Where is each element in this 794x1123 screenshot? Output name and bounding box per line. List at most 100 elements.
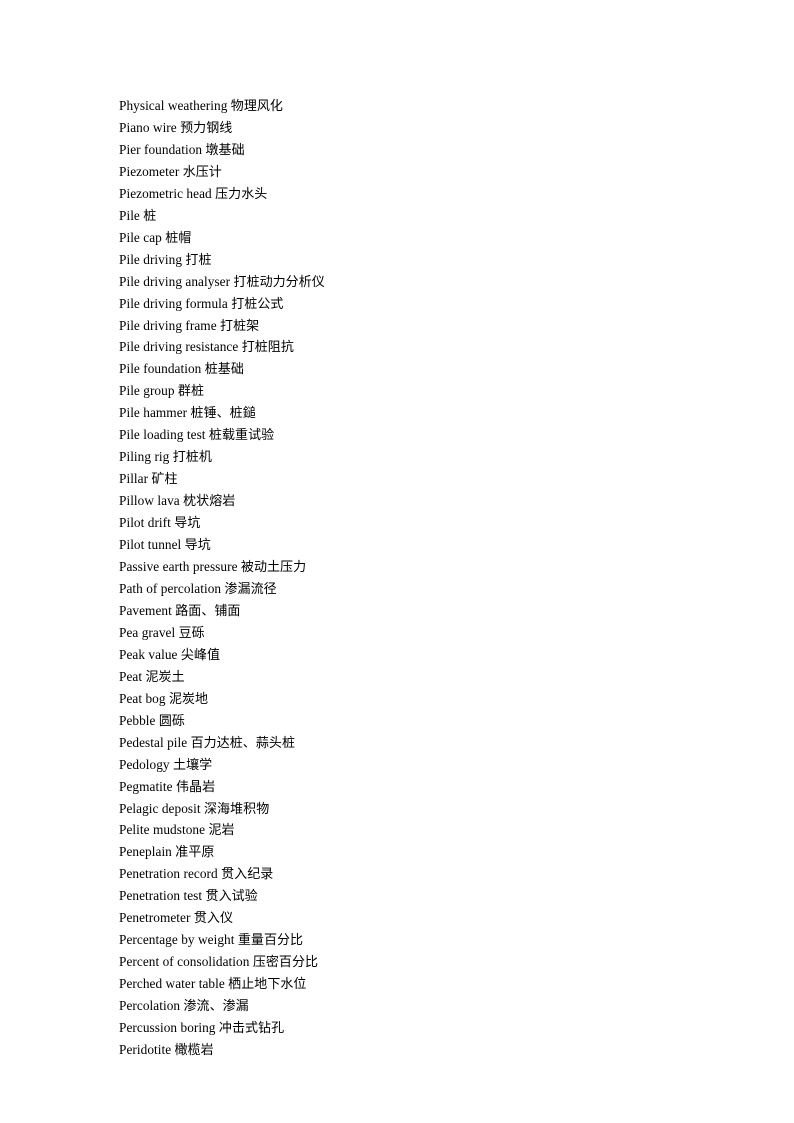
glossary-term-chinese: 打桩动力分析仪 [233, 274, 325, 290]
glossary-entry: Peak value 尖峰值 [119, 645, 719, 667]
glossary-term-chinese: 导坑 [174, 516, 201, 532]
glossary-term-english: Peak value [119, 646, 178, 662]
glossary-term-chinese: 豆砾 [178, 625, 205, 641]
glossary-list: Physical weathering 物理风化 Piano wire 预力钢线 P… [119, 96, 719, 1062]
glossary-term-chinese: 被动土压力 [240, 560, 307, 576]
glossary-term-chinese: 渗流、渗漏 [183, 999, 249, 1015]
glossary-term-english: Penetration test [119, 888, 203, 904]
glossary-term-chinese: 冲击式钻孔 [218, 1021, 285, 1037]
glossary-term-english: Pea gravel [119, 624, 176, 640]
glossary-term-english: Pedology [119, 756, 170, 772]
glossary-entry: Pedestal pile 百力达桩、蒜头桩 [119, 733, 719, 755]
glossary-entry: Passive earth pressure 被动土压力 [119, 557, 719, 579]
glossary-term-english: Path of percolation [119, 580, 222, 596]
glossary-entry: Peneplain 准平原 [119, 842, 719, 864]
glossary-entry: Percolation 渗流、渗漏 [119, 996, 719, 1018]
glossary-term-english: Perched water table [119, 976, 225, 992]
glossary-term-chinese: 百力达桩、蒜头桩 [190, 735, 296, 751]
glossary-term-chinese: 圆砾 [158, 713, 185, 729]
glossary-entry: Perched water table 栖止地下水位 [119, 974, 719, 996]
glossary-term-english: Pile driving frame [119, 317, 217, 333]
glossary-term-english: Pile driving resistance [119, 339, 239, 355]
glossary-term-english: Peat bog [119, 690, 166, 706]
glossary-entry: Pile 桩 [119, 206, 719, 228]
glossary-entry: Pile group 群桩 [119, 381, 719, 403]
glossary-term-chinese: 压力水头 [215, 186, 268, 202]
glossary-term-chinese: 准平原 [175, 845, 215, 861]
glossary-term-chinese: 伟晶岩 [176, 779, 216, 795]
glossary-term-english: Pavement [119, 602, 172, 618]
glossary-entry: Pile driving resistance 打桩阻抗 [119, 337, 719, 359]
glossary-entry: Peat 泥炭土 [119, 667, 719, 689]
glossary-term-english: Percent of consolidation [119, 954, 250, 970]
glossary-term-english: Piano wire [119, 119, 177, 135]
glossary-term-english: Piezometer [119, 163, 180, 179]
glossary-term-chinese: 打桩 [185, 252, 212, 268]
glossary-term-english: Pile group [119, 383, 175, 399]
glossary-term-english: Percussion boring [119, 1020, 216, 1036]
glossary-entry: Pile driving analyser 打桩动力分析仪 [119, 272, 719, 294]
glossary-entry: Penetrometer 贯入仪 [119, 908, 719, 930]
glossary-term-chinese: 群桩 [177, 384, 205, 400]
document-page: Physical weathering 物理风化 Piano wire 预力钢线 P… [0, 0, 794, 1123]
glossary-term-chinese: 橄榄岩 [174, 1042, 214, 1058]
glossary-term-english: Pile driving [119, 251, 183, 267]
glossary-term-chinese: 桩 [143, 208, 157, 224]
glossary-term-english: Penetration record [119, 866, 218, 882]
glossary-term-english: Pile cap [119, 229, 162, 245]
glossary-term-english: Penetrometer [119, 910, 191, 926]
glossary-entry: Pilot drift 导坑 [119, 513, 719, 535]
glossary-term-english: Percolation [119, 998, 181, 1014]
glossary-term-chinese: 贯入试验 [205, 889, 258, 905]
glossary-term-chinese: 打桩阻抗 [241, 340, 294, 356]
glossary-entry: Piezometer 水压计 [119, 162, 719, 184]
glossary-term-chinese: 导坑 [184, 538, 211, 554]
glossary-entry: Pelite mudstone 泥岩 [119, 820, 719, 842]
glossary-entry: Pile loading test 桩载重试验 [119, 425, 719, 447]
glossary-term-chinese: 桩基础 [204, 362, 244, 378]
glossary-term-chinese: 重量百分比 [237, 933, 304, 949]
glossary-entry: Pile driving 打桩 [119, 250, 719, 272]
glossary-content: Physical weathering 物理风化 Piano wire 预力钢线 P… [119, 96, 719, 1062]
glossary-term-chinese: 泥炭地 [168, 691, 209, 707]
glossary-term-chinese: 路面、铺面 [175, 603, 241, 619]
glossary-term-chinese: 打桩机 [172, 450, 212, 466]
glossary-term-english: Pile hammer [119, 405, 188, 421]
glossary-term-english: Pile driving formula [119, 295, 228, 311]
glossary-term-english: Pelite mudstone [119, 822, 206, 838]
glossary-term-chinese: 泥炭土 [145, 669, 185, 685]
glossary-term-chinese: 土壤学 [173, 757, 213, 773]
glossary-entry: Penetration test 贯入试验 [119, 886, 719, 908]
glossary-entry: Pillow lava 枕状熔岩 [119, 491, 719, 513]
glossary-entry: Piling rig 打桩机 [119, 447, 719, 469]
glossary-term-english: Physical weathering [119, 98, 228, 113]
glossary-term-english: Pile driving analyser [119, 273, 231, 289]
glossary-term-english: Piling rig [119, 449, 170, 465]
glossary-term-english: Peneplain [119, 844, 172, 860]
glossary-entry: Physical weathering 物理风化 [119, 96, 719, 118]
glossary-term-chinese: 泥岩 [208, 823, 235, 839]
glossary-term-english: Piezometric head [119, 185, 212, 201]
glossary-entry: Pegmatite 伟晶岩 [119, 777, 719, 799]
glossary-term-chinese: 矿柱 [151, 472, 178, 488]
glossary-term-chinese: 打桩公式 [231, 296, 284, 312]
glossary-term-chinese: 贯入纪录 [221, 867, 274, 883]
glossary-term-english: Pebble [119, 712, 156, 728]
glossary-term-chinese: 枕状熔岩 [183, 494, 236, 510]
glossary-entry: Pillar 矿柱 [119, 469, 719, 491]
glossary-term-english: Pilot drift [119, 515, 171, 531]
glossary-term-english: Pilot tunnel [119, 537, 182, 553]
glossary-term-chinese: 尖峰值 [180, 647, 220, 663]
glossary-term-chinese: 渗漏流径 [224, 581, 277, 597]
glossary-term-chinese: 贯入仪 [193, 911, 234, 927]
glossary-entry: Percussion boring 冲击式钻孔 [119, 1018, 719, 1040]
glossary-term-chinese: 打桩架 [220, 318, 260, 334]
glossary-term-chinese: 墩基础 [205, 142, 245, 158]
glossary-term-english: Peat [119, 668, 143, 684]
glossary-entry: Pile hammer 桩锤、桩鎚 [119, 403, 719, 425]
glossary-term-chinese: 栖止地下水位 [228, 977, 307, 993]
glossary-term-chinese: 压密百分比 [252, 955, 319, 971]
glossary-entry: Pier foundation 墩基础 [119, 140, 719, 162]
glossary-entry: Peridotite 橄榄岩 [119, 1040, 719, 1062]
glossary-term-chinese: 桩帽 [165, 230, 192, 246]
